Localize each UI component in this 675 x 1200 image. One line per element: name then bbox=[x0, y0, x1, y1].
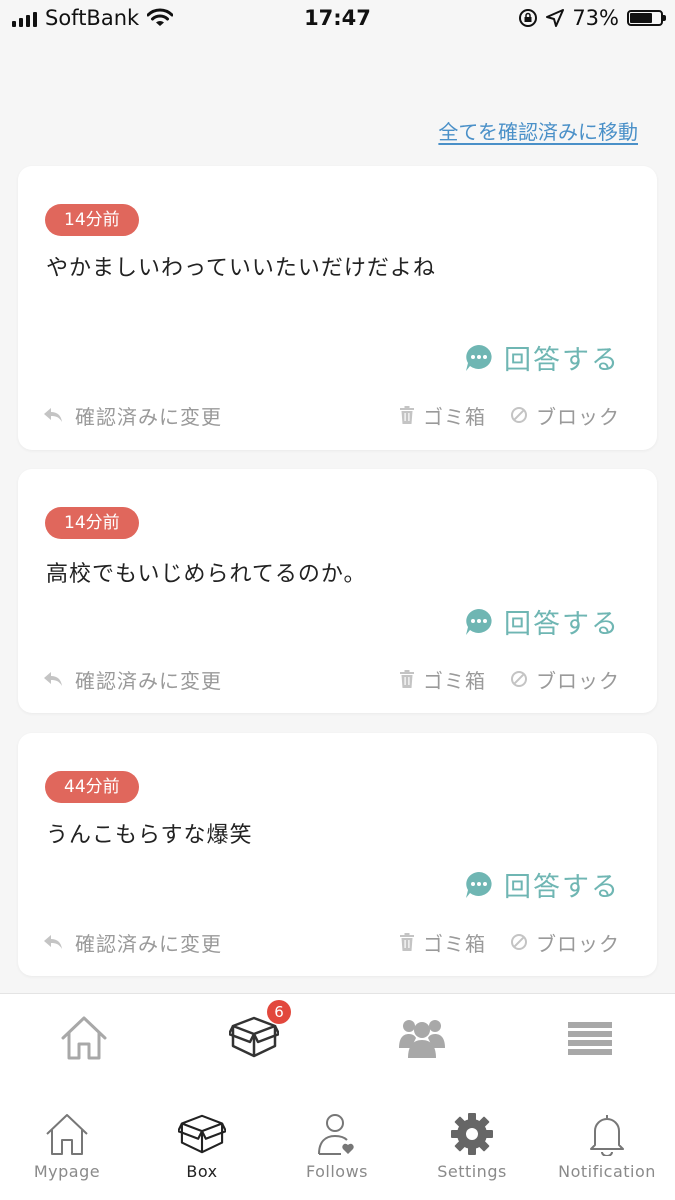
gear-icon bbox=[451, 1113, 493, 1155]
mark-read-label: 確認済みに変更 bbox=[75, 931, 222, 956]
question-text: やかましいわっていいたいだけだよね bbox=[46, 256, 436, 281]
question-text: 高校でもいじめられてるのか。 bbox=[46, 562, 367, 587]
group-icon bbox=[399, 1020, 445, 1058]
top-tab-bar: 6 bbox=[0, 993, 675, 1085]
battery-icon bbox=[627, 10, 666, 26]
question-card: 14分前 高校でもいじめられてるのか。 回答する 確認済みに変更 ゴミ箱 ブロッ… bbox=[18, 469, 657, 713]
card-actions: 確認済みに変更 ゴミ箱 ブロック bbox=[43, 664, 620, 694]
mark-read-label: 確認済みに変更 bbox=[75, 404, 222, 429]
trash-button[interactable]: ゴミ箱 bbox=[423, 401, 486, 430]
tab-settings[interactable]: Settings bbox=[407, 1112, 537, 1181]
tab-box[interactable]: 6 bbox=[227, 1000, 291, 1064]
question-text: うんこもらすな爆笑 bbox=[46, 823, 253, 848]
mark-read-button[interactable]: 確認済みに変更 bbox=[43, 928, 222, 957]
answer-label: 回答する bbox=[504, 872, 620, 903]
tab-group[interactable] bbox=[397, 1014, 447, 1064]
box-badge: 6 bbox=[267, 1000, 291, 1024]
trash-icon bbox=[400, 670, 414, 688]
status-bar: SoftBank 17:47 73% bbox=[0, 0, 675, 40]
tab-label: Notification bbox=[558, 1162, 656, 1181]
trash-button[interactable]: ゴミ箱 bbox=[423, 928, 486, 957]
location-icon bbox=[546, 9, 565, 27]
mark-all-read-link[interactable]: 全てを確認済みに移動 bbox=[438, 116, 638, 145]
tab-home[interactable] bbox=[59, 1014, 109, 1064]
block-button[interactable]: ブロック bbox=[536, 665, 620, 694]
trash-button[interactable]: ゴミ箱 bbox=[423, 665, 486, 694]
tab-label: Follows bbox=[305, 1162, 369, 1181]
tab-mypage[interactable]: Mypage bbox=[2, 1112, 132, 1181]
bottom-tab-bar: Mypage Box Follows Settings Notification bbox=[0, 1084, 675, 1200]
question-card: 44分前 うんこもらすな爆笑 回答する 確認済みに変更 ゴミ箱 ブロック bbox=[18, 733, 657, 976]
mark-read-label: 確認済みに変更 bbox=[75, 668, 222, 693]
block-icon bbox=[511, 407, 527, 423]
speech-bubble-icon bbox=[466, 871, 492, 898]
tab-label: Mypage bbox=[33, 1162, 101, 1181]
tab-notification[interactable]: Notification bbox=[542, 1112, 672, 1181]
block-icon bbox=[511, 934, 527, 950]
tab-label: Box bbox=[186, 1162, 218, 1181]
answer-label: 回答する bbox=[504, 345, 620, 376]
mark-read-button[interactable]: 確認済みに変更 bbox=[43, 401, 222, 430]
tab-label: Settings bbox=[437, 1162, 507, 1181]
home-icon bbox=[61, 1016, 107, 1060]
question-card: 14分前 やかましいわっていいたいだけだよね 回答する 確認済みに変更 ゴミ箱 … bbox=[18, 166, 657, 450]
trash-icon bbox=[400, 933, 414, 951]
answer-button[interactable]: 回答する bbox=[464, 602, 620, 641]
block-button[interactable]: ブロック bbox=[536, 928, 620, 957]
block-button[interactable]: ブロック bbox=[536, 401, 620, 430]
home-icon bbox=[46, 1114, 88, 1155]
answer-button[interactable]: 回答する bbox=[464, 865, 620, 904]
answer-label: 回答する bbox=[504, 609, 620, 640]
tab-follows[interactable]: Follows bbox=[272, 1112, 402, 1181]
speech-bubble-icon bbox=[466, 608, 492, 635]
rotation-lock-icon bbox=[519, 9, 538, 27]
speech-bubble-icon bbox=[466, 344, 492, 371]
tab-menu[interactable] bbox=[567, 1014, 617, 1064]
bell-icon bbox=[590, 1115, 624, 1156]
battery-percent: 73% bbox=[572, 6, 619, 30]
tab-box[interactable]: Box bbox=[137, 1112, 267, 1181]
time-badge: 14分前 bbox=[45, 204, 139, 236]
card-actions: 確認済みに変更 ゴミ箱 ブロック bbox=[43, 400, 620, 430]
trash-icon bbox=[400, 406, 414, 424]
box-icon bbox=[178, 1114, 226, 1154]
card-actions: 確認済みに変更 ゴミ箱 ブロック bbox=[43, 927, 620, 957]
menu-icon bbox=[568, 1022, 612, 1055]
answer-button[interactable]: 回答する bbox=[464, 338, 620, 377]
reply-icon bbox=[44, 408, 62, 422]
time-badge: 44分前 bbox=[45, 771, 139, 803]
person-heart-icon bbox=[318, 1114, 354, 1155]
reply-icon bbox=[44, 935, 62, 949]
reply-icon bbox=[44, 672, 62, 686]
time-badge: 14分前 bbox=[45, 507, 139, 539]
block-icon bbox=[511, 671, 527, 687]
mark-read-button[interactable]: 確認済みに変更 bbox=[43, 665, 222, 694]
